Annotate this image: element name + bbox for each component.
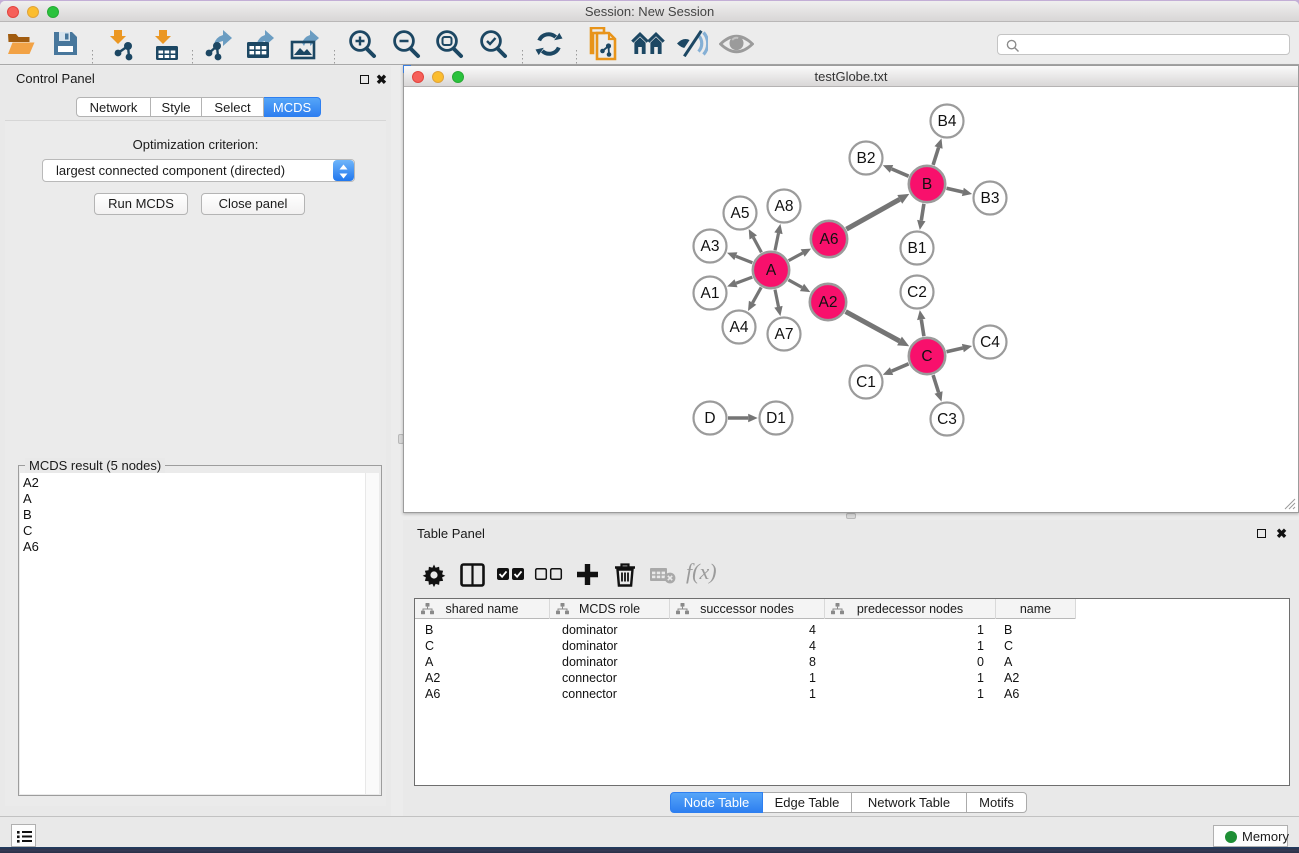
svg-text:D1: D1 (766, 410, 786, 427)
svg-text:B1: B1 (908, 240, 927, 257)
svg-text:A2: A2 (819, 294, 838, 311)
svg-text:B2: B2 (857, 150, 876, 167)
svg-text:C4: C4 (980, 334, 1000, 351)
svg-text:A7: A7 (775, 326, 794, 343)
svg-text:B4: B4 (938, 113, 957, 130)
svg-text:A8: A8 (775, 198, 794, 215)
svg-text:C1: C1 (856, 374, 876, 391)
svg-text:A5: A5 (731, 205, 750, 222)
svg-text:A: A (766, 262, 777, 279)
svg-text:A6: A6 (820, 231, 839, 248)
svg-text:A3: A3 (701, 238, 720, 255)
svg-text:C2: C2 (907, 284, 927, 301)
svg-text:C3: C3 (937, 411, 957, 428)
svg-text:A4: A4 (730, 319, 749, 336)
svg-text:B3: B3 (981, 190, 1000, 207)
svg-text:C: C (921, 348, 932, 365)
svg-text:A1: A1 (701, 285, 720, 302)
svg-text:D: D (704, 410, 715, 427)
svg-text:B: B (922, 176, 932, 193)
